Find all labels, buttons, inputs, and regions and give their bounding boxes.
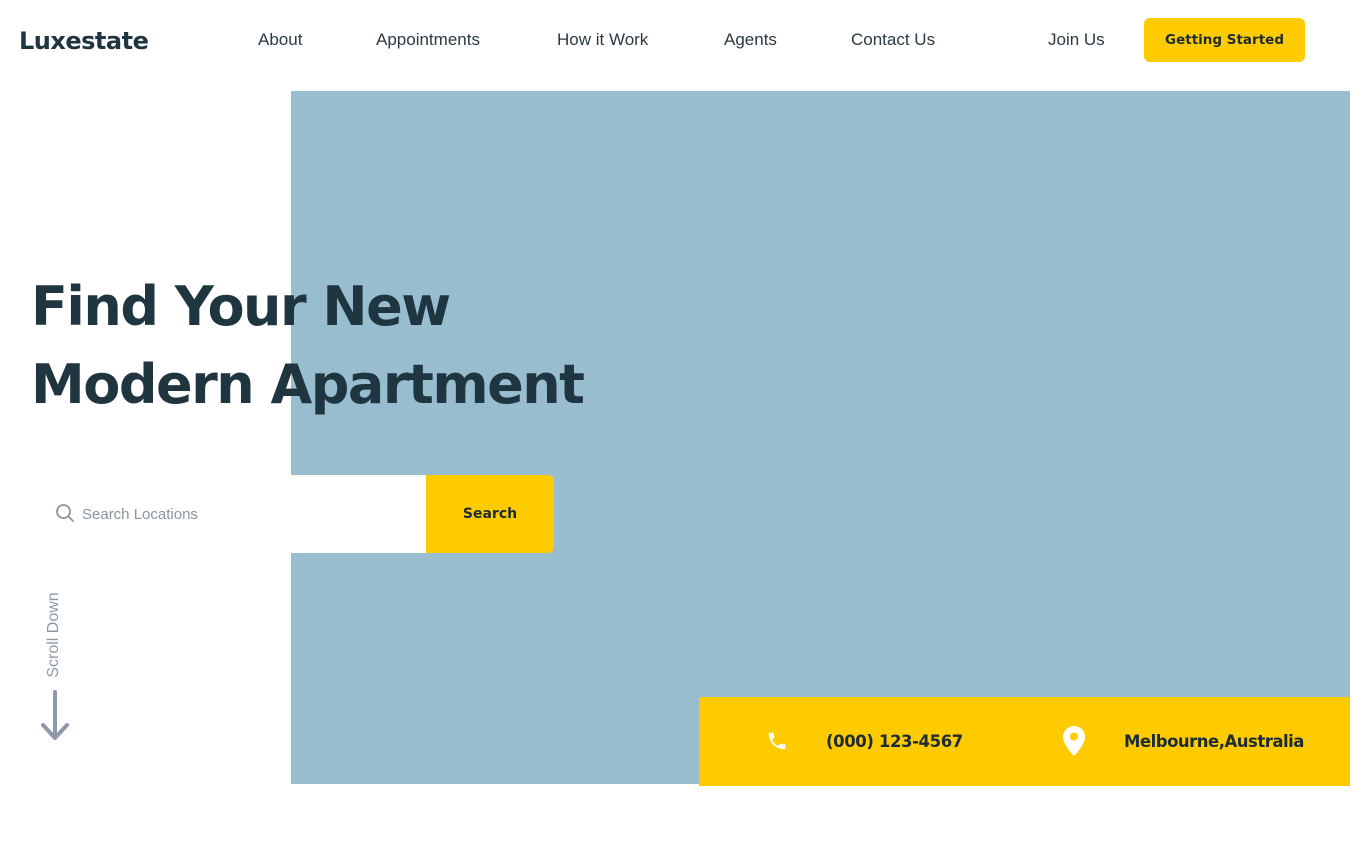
search-input[interactable]	[82, 501, 402, 527]
hero-image	[291, 91, 1350, 784]
nav-link-about[interactable]: About	[258, 29, 302, 51]
location-text: Melbourne,Australia	[1124, 732, 1304, 751]
nav-link-how-it-work[interactable]: How it Work	[557, 29, 648, 51]
search-icon	[56, 504, 74, 522]
landing-page: Luxestate About Appointments How it Work…	[0, 0, 1367, 851]
nav-link-appointments[interactable]: Appointments	[376, 29, 480, 51]
contact-bar: (000) 123-4567 Melbourne,Australia	[699, 697, 1350, 786]
hero-title-line-1: Find Your New	[31, 275, 451, 338]
nav-link-agents[interactable]: Agents	[724, 29, 777, 51]
getting-started-button[interactable]: Getting Started	[1144, 18, 1305, 62]
scroll-down-label: Scroll Down	[45, 592, 62, 678]
location-pin-icon	[1063, 726, 1085, 756]
hero-title-line-2: Modern Apartment	[31, 353, 585, 416]
arrow-down-icon[interactable]	[40, 690, 70, 742]
search-box	[31, 475, 426, 553]
phone-number[interactable]: (000) 123-4567	[826, 731, 963, 753]
brand-logo[interactable]: Luxestate	[19, 24, 149, 58]
hero-title: Find Your New Modern Apartment	[31, 268, 585, 424]
nav-link-contact-us[interactable]: Contact Us	[851, 29, 935, 51]
join-us-link[interactable]: Join Us	[1048, 29, 1105, 51]
phone-icon	[768, 732, 786, 750]
search-button[interactable]: Search	[426, 475, 554, 553]
